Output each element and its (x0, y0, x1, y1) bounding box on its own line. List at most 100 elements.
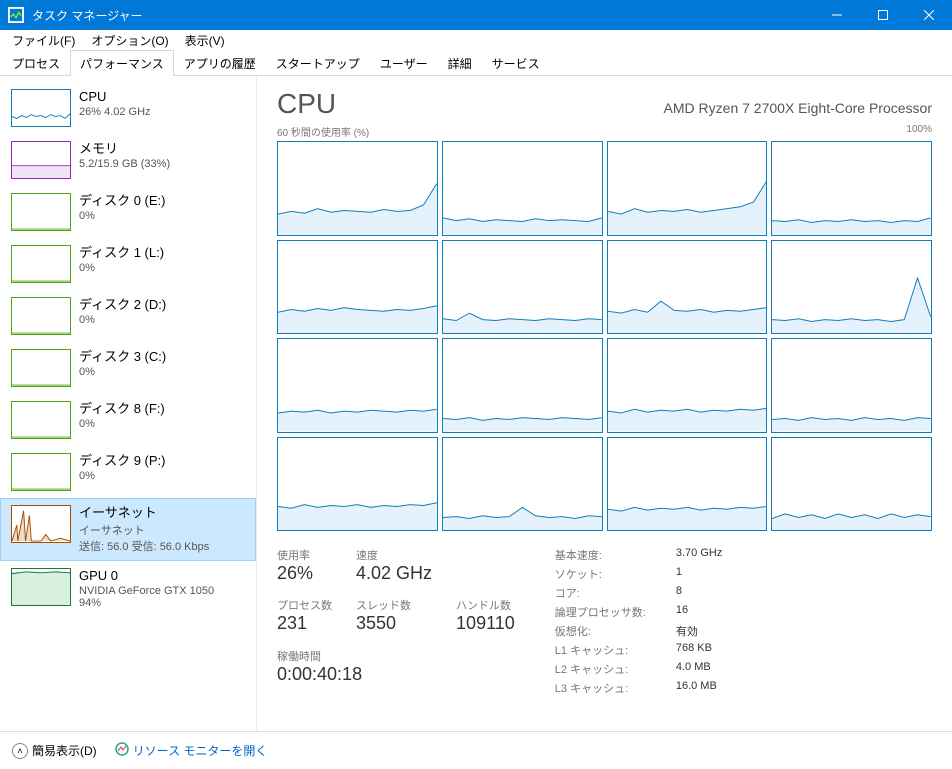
cpu-core-chart-0 (277, 141, 438, 236)
cpu-core-chart-5 (442, 240, 603, 335)
page-title: CPU (277, 88, 664, 120)
stat-value: 16.0 MB (676, 680, 722, 696)
cpu-core-chart-11 (771, 338, 932, 433)
cpu-core-chart-3 (771, 141, 932, 236)
stats-secondary: 基本速度: 3.70 GHz ソケット: 1 コア: 8 論理プロセッサ数: 16 仮想化: 有効… (555, 547, 723, 696)
tab-3[interactable]: スタートアップ (266, 50, 370, 76)
sidebar-item-disk-4[interactable]: ディスク 2 (D:)0% (0, 290, 256, 342)
sidebar-item-sub: イーサネット (79, 522, 209, 538)
speed-label: 速度 (356, 547, 432, 563)
sidebar-item-label: CPU (79, 89, 151, 106)
sidebar-item-sub: 0% (79, 314, 166, 326)
usage-value: 26% (277, 563, 332, 584)
stat-value: 1 (676, 566, 722, 582)
thumbnail-chart (11, 453, 71, 491)
cpu-graph-grid (277, 141, 932, 531)
sidebar-item-sub: 5.2/15.9 GB (33%) (79, 158, 170, 170)
thumbnail-chart (11, 568, 71, 606)
threads-label: スレッド数 (356, 597, 432, 613)
cpu-core-chart-6 (607, 240, 768, 335)
maximize-button[interactable] (860, 0, 906, 30)
cpu-core-chart-12 (277, 437, 438, 532)
menu-file[interactable]: ファイル(F) (4, 30, 83, 51)
uptime-value: 0:00:40:18 (277, 664, 515, 685)
handles-value: 109110 (456, 613, 515, 634)
tab-6[interactable]: サービス (482, 50, 550, 76)
tab-4[interactable]: ユーザー (370, 50, 438, 76)
handles-label: ハンドル数 (456, 597, 515, 613)
stat-label: L2 キャッシュ: (555, 661, 646, 677)
stat-label: 基本速度: (555, 547, 646, 563)
main-panel: CPU AMD Ryzen 7 2700X Eight-Core Process… (257, 76, 952, 731)
sidebar-item-label: ディスク 2 (D:) (79, 297, 166, 314)
open-resource-monitor[interactable]: リソース モニターを開く (115, 742, 268, 759)
sidebar-item-disk-6[interactable]: ディスク 8 (F:)0% (0, 394, 256, 446)
sidebar-item-sub: 0% (79, 366, 166, 378)
sidebar-item-cpu-0[interactable]: CPU26% 4.02 GHz (0, 82, 256, 134)
stat-value: 768 KB (676, 642, 722, 658)
thumbnail-chart (11, 89, 71, 127)
tab-1[interactable]: パフォーマンス (70, 50, 174, 76)
sidebar-item-disk-7[interactable]: ディスク 9 (P:)0% (0, 446, 256, 498)
sidebar-item-label: ディスク 1 (L:) (79, 245, 164, 262)
sidebar-item-label: ディスク 8 (F:) (79, 401, 165, 418)
sidebar-item-label: ディスク 9 (P:) (79, 453, 166, 470)
stat-label: L1 キャッシュ: (555, 642, 646, 658)
sidebar-item-sub: 26% 4.02 GHz (79, 106, 151, 118)
tab-0[interactable]: プロセス (2, 50, 70, 76)
window-controls (814, 0, 952, 30)
cpu-core-chart-10 (607, 338, 768, 433)
sidebar-item-sub: 0% (79, 262, 164, 274)
cpu-core-chart-4 (277, 240, 438, 335)
tab-strip: プロセスパフォーマンスアプリの履歴スタートアップユーザー詳細サービス (0, 50, 952, 76)
cpu-core-chart-14 (607, 437, 768, 532)
graph-label-left: 60 秒間の使用率 (%) (277, 124, 369, 139)
sidebar: CPU26% 4.02 GHzメモリ5.2/15.9 GB (33%)ディスク … (0, 76, 257, 731)
sidebar-item-sub: 0% (79, 418, 165, 430)
sidebar-item-sub: NVIDIA GeForce GTX 1050 (79, 585, 214, 597)
cpu-core-chart-13 (442, 437, 603, 532)
threads-value: 3550 (356, 613, 432, 634)
cpu-core-chart-15 (771, 437, 932, 532)
sidebar-item-mem-1[interactable]: メモリ5.2/15.9 GB (33%) (0, 134, 256, 186)
stat-label: L3 キャッシュ: (555, 680, 646, 696)
graph-label-right: 100% (906, 124, 932, 139)
close-button[interactable] (906, 0, 952, 30)
tab-5[interactable]: 詳細 (438, 50, 482, 76)
sidebar-item-label: メモリ (79, 141, 170, 158)
fewer-details-button[interactable]: ˄ 簡易表示(D) (12, 742, 97, 759)
speed-value: 4.02 GHz (356, 563, 432, 584)
stat-value: 3.70 GHz (676, 547, 722, 563)
cpu-core-chart-9 (442, 338, 603, 433)
stat-value: 8 (676, 585, 722, 601)
stat-label: 論理プロセッサ数: (555, 604, 646, 620)
tab-2[interactable]: アプリの履歴 (174, 50, 266, 76)
usage-label: 使用率 (277, 547, 332, 563)
sidebar-item-gpu-9[interactable]: GPU 0NVIDIA GeForce GTX 105094% (0, 561, 256, 616)
sidebar-item-label: GPU 0 (79, 568, 214, 585)
sidebar-item-label: ディスク 0 (E:) (79, 193, 166, 210)
sidebar-item-label: イーサネット (79, 505, 209, 522)
stat-label: 仮想化: (555, 623, 646, 639)
sidebar-item-disk-3[interactable]: ディスク 1 (L:)0% (0, 238, 256, 290)
cpu-name: AMD Ryzen 7 2700X Eight-Core Processor (664, 100, 932, 116)
stat-value: 有効 (676, 623, 722, 639)
sidebar-item-net-8[interactable]: イーサネットイーサネット送信: 56.0 受信: 56.0 Kbps (0, 498, 256, 561)
menubar: ファイル(F) オプション(O) 表示(V) (0, 30, 952, 50)
cpu-core-chart-8 (277, 338, 438, 433)
minimize-button[interactable] (814, 0, 860, 30)
sidebar-item-label: ディスク 3 (C:) (79, 349, 166, 366)
stat-value: 16 (676, 604, 722, 620)
thumbnail-chart (11, 297, 71, 335)
menu-view[interactable]: 表示(V) (177, 30, 233, 51)
app-icon (8, 7, 24, 23)
stat-label: コア: (555, 585, 646, 601)
menu-options[interactable]: オプション(O) (83, 30, 176, 51)
sidebar-item-disk-2[interactable]: ディスク 0 (E:)0% (0, 186, 256, 238)
sidebar-item-sub2: 送信: 56.0 受信: 56.0 Kbps (79, 538, 209, 554)
cpu-core-chart-2 (607, 141, 768, 236)
processes-value: 231 (277, 613, 332, 634)
sidebar-item-disk-5[interactable]: ディスク 3 (C:)0% (0, 342, 256, 394)
stats-primary: 使用率26% 速度4.02 GHz プロセス数231 スレッド数3550 ハンド… (277, 547, 515, 696)
stat-label: ソケット: (555, 566, 646, 582)
